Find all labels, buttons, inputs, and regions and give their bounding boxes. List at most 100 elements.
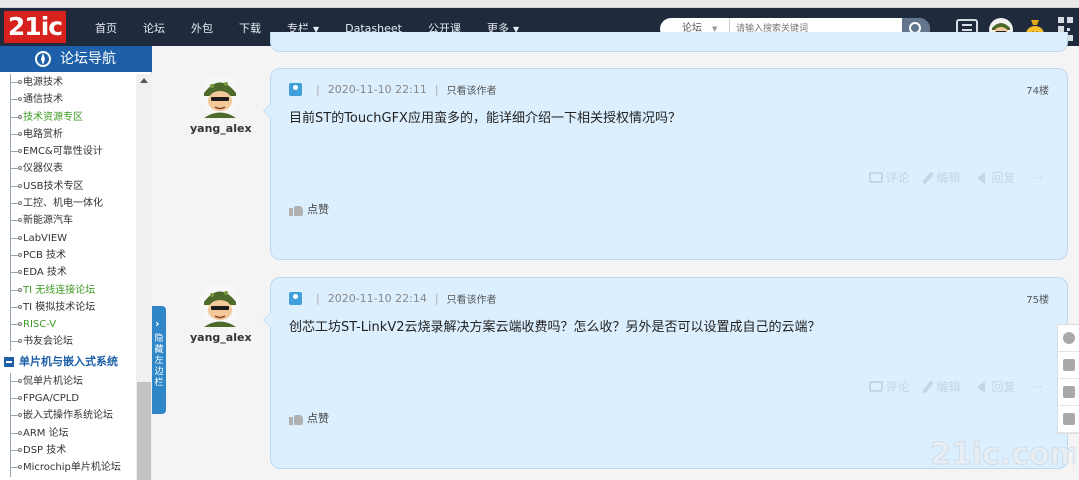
tree-node-icon: [18, 80, 22, 84]
sidebar-item[interactable]: RISC-V: [0, 316, 136, 334]
tree-node-icon: [18, 235, 22, 240]
sidebar-item-label: 工控、机电一体化: [23, 198, 103, 210]
sidebar-list: 电源技术通信技术 技术资源专区 电路赏析 EMC&可靠性设计仪器仪表 USB技术专区工控…: [0, 74, 136, 477]
sidebar-item[interactable]: 通信技术: [0, 91, 136, 109]
more-button[interactable]: ···: [1032, 378, 1043, 395]
thumbs-up-icon: [289, 203, 303, 216]
float-user-button[interactable]: [1058, 325, 1079, 352]
sidebar-item-label: TI 无线连接论坛: [23, 284, 96, 296]
post-username[interactable]: yang_alex: [190, 122, 252, 135]
compass-icon: [35, 51, 51, 67]
sidebar-item-label: LabVIEW: [23, 232, 68, 244]
sidebar-item[interactable]: 电路赏析: [0, 125, 136, 144]
thumbs-up-icon: [289, 412, 303, 425]
sidebar-item[interactable]: EMC&可靠性设计: [0, 143, 136, 161]
user-badge-icon: [289, 82, 302, 96]
scroll-up-arrow-icon[interactable]: [140, 78, 148, 83]
post-actions: 评论 编辑 回复 ···: [868, 169, 1043, 186]
sidebar-item[interactable]: 电源技术: [0, 74, 136, 92]
post-content: 目前ST的TouchGFX应用蛮多的，能详细介绍一下相关授权情况吗？: [289, 111, 681, 126]
user-avatar[interactable]: [198, 74, 242, 118]
nav-item-download[interactable]: 下载: [226, 12, 274, 46]
sidebar-item-label: Microchip单片机论坛: [23, 462, 121, 474]
sidebar-item[interactable]: DSP 技术: [0, 441, 136, 460]
author-only-link[interactable]: 只看该作者: [447, 82, 497, 97]
post-floor: 75楼: [1026, 295, 1049, 306]
sidebar-item-label: 电源技术: [23, 77, 63, 88]
reply-icon: [976, 171, 985, 184]
tree-node-icon: [18, 465, 22, 470]
sidebar-item[interactable]: FPGA/CPLD: [0, 390, 136, 408]
float-comment-button[interactable]: [1058, 352, 1079, 379]
reply-button[interactable]: 回复: [976, 378, 1016, 395]
sidebar-item-label: 仪器仪表: [23, 163, 63, 175]
pencil-icon: [921, 379, 934, 394]
sidebar-group-embedded[interactable]: 单片机与嵌入式系统: [0, 351, 136, 373]
tree-node-icon: [18, 131, 22, 136]
more-button[interactable]: ···: [1032, 169, 1043, 186]
tree-node-icon: [18, 218, 22, 223]
arrow-up-icon: [1063, 386, 1075, 398]
post-content: 创芯工坊ST-LinkV2云烧录解决方案云端收费吗？怎么收？另外是否可以设置成自…: [289, 320, 821, 335]
sidebar-item[interactable]: 侃单片机论坛: [0, 372, 136, 391]
tree-node-icon: [18, 201, 22, 206]
comment-button[interactable]: 评论: [868, 378, 910, 395]
sidebar-item[interactable]: Microchip单片机论坛: [0, 459, 136, 477]
tree-node-icon: [18, 114, 22, 119]
sidebar-item[interactable]: ARM 论坛: [0, 424, 136, 443]
author-only-link[interactable]: 只看该作者: [447, 291, 497, 306]
sidebar-item[interactable]: PCB 技术: [0, 246, 136, 265]
post-card: | 2020-11-10 22:11 | 只看该作者 74楼 目前ST的Touc…: [263, 68, 1068, 260]
sidebar-scrollbar[interactable]: [136, 74, 152, 480]
sidebar-item-label: FPGA/CPLD: [23, 393, 80, 405]
collapse-icon[interactable]: [4, 356, 14, 367]
sidebar-item-label: PCB 技术: [23, 249, 67, 261]
reply-icon: [976, 380, 985, 393]
sidebar-item-label: DSP 技术: [23, 444, 67, 456]
post-actions: 评论 编辑 回复 ···: [868, 378, 1043, 395]
user-avatar[interactable]: [198, 283, 242, 327]
sidebar-item[interactable]: LabVIEW: [0, 229, 136, 248]
sidebar-item[interactable]: 嵌入式操作系统论坛: [0, 407, 136, 425]
comment-button[interactable]: 评论: [868, 169, 910, 186]
nav-item-home[interactable]: 首页: [82, 12, 130, 46]
hide-sidebar-tab[interactable]: › 隐藏左边栏: [152, 306, 166, 414]
float-list-button[interactable]: [1058, 406, 1079, 433]
tree-node-icon: [18, 166, 22, 171]
separator: |: [316, 291, 320, 305]
post-floor: 74楼: [1026, 86, 1049, 97]
site-watermark: 21ic.com: [930, 437, 1076, 473]
comment-icon: [1063, 359, 1075, 371]
post-datetime: 2020-11-10 22:14: [327, 291, 427, 305]
sidebar-item[interactable]: 书友会论坛: [0, 333, 136, 352]
edit-button[interactable]: 编辑: [921, 169, 961, 186]
sidebar-item-label: USB技术专区: [23, 180, 84, 192]
sidebar-item[interactable]: TI 无线连接论坛: [0, 281, 136, 300]
browser-strip: [0, 0, 1079, 8]
sidebar-item[interactable]: 新能源汽车: [0, 212, 136, 230]
like-button[interactable]: 点赞: [289, 410, 329, 426]
sidebar-item-label: 新能源汽车: [23, 215, 73, 227]
sidebar-item[interactable]: 技术资源专区: [0, 108, 136, 127]
float-back-top-button[interactable]: [1058, 379, 1079, 406]
site-logo[interactable]: 21ic: [4, 11, 66, 43]
tree-node-icon: [18, 287, 22, 292]
sidebar-item-label: 书友会论坛: [23, 336, 73, 348]
scrollbar-thumb[interactable]: [137, 382, 151, 480]
sidebar-title: 论坛导航: [60, 51, 116, 67]
sidebar-item[interactable]: 仪器仪表: [0, 160, 136, 179]
sidebar-group-label: 单片机与嵌入式系统: [19, 354, 118, 368]
reply-button[interactable]: 回复: [976, 169, 1016, 186]
sidebar-item[interactable]: 工控、机电一体化: [0, 195, 136, 213]
sidebar-item[interactable]: TI 模拟技术论坛: [0, 298, 136, 317]
nav-item-forum[interactable]: 论坛: [130, 12, 178, 46]
tree-node-icon: [18, 396, 22, 401]
edit-button[interactable]: 编辑: [921, 378, 961, 395]
nav-item-outsource[interactable]: 外包: [178, 12, 226, 46]
post-username[interactable]: yang_alex: [190, 331, 252, 344]
post-meta: | 2020-11-10 22:14 | 只看该作者: [289, 291, 497, 306]
sidebar-item[interactable]: USB技术专区: [0, 177, 136, 196]
tree-node-icon: [18, 97, 22, 102]
sidebar-item[interactable]: EDA 技术: [0, 264, 136, 282]
like-button[interactable]: 点赞: [289, 201, 329, 217]
